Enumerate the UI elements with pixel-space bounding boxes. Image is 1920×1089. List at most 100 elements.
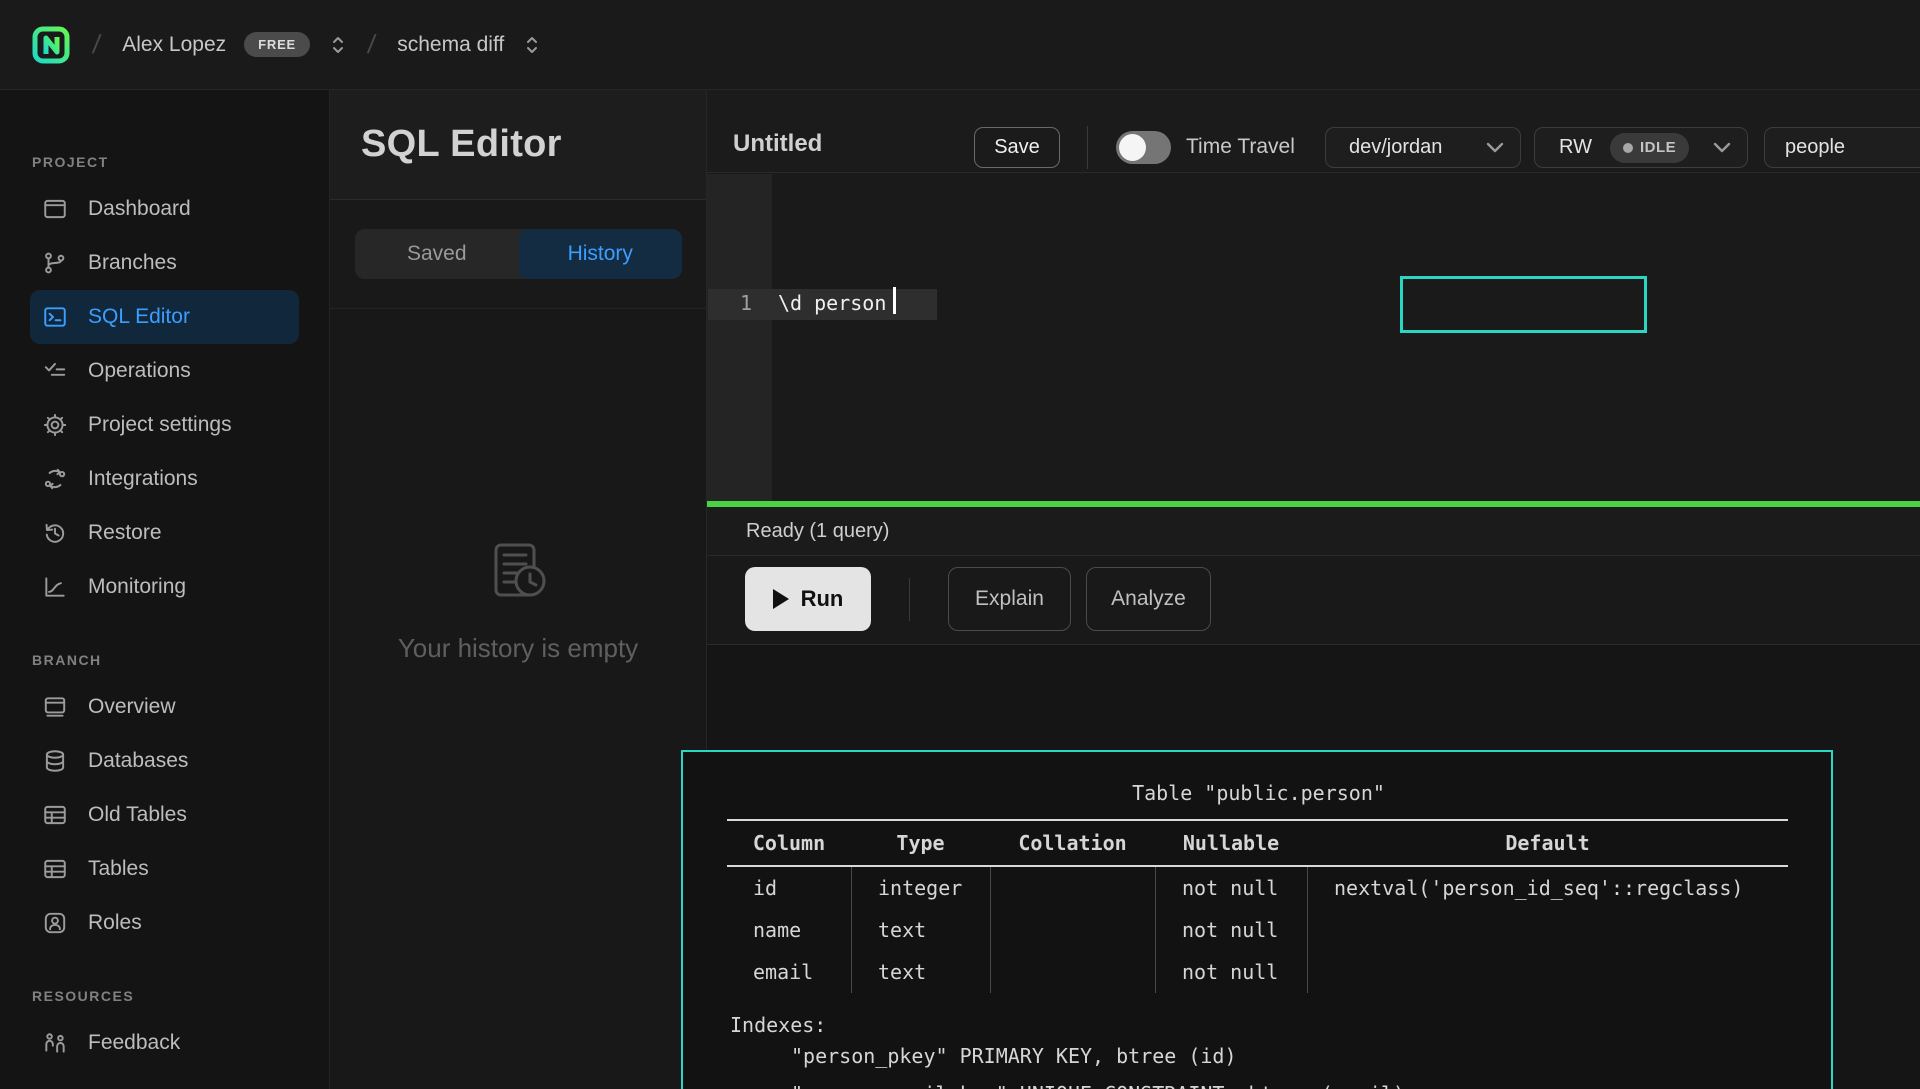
results-cell: text bbox=[851, 909, 990, 951]
sidebar-section-label: RESOURCES bbox=[32, 988, 329, 1004]
analyze-button[interactable]: Analyze bbox=[1086, 567, 1211, 631]
project-switcher-chevron-icon[interactable] bbox=[524, 34, 540, 56]
table-icon bbox=[42, 856, 68, 882]
results-table-title: Table "public.person" bbox=[728, 779, 1789, 807]
line-number: 1 bbox=[740, 291, 752, 315]
toggle-knob bbox=[1119, 134, 1146, 161]
save-button[interactable]: Save bbox=[974, 127, 1060, 168]
compute-status-text: IDLE bbox=[1640, 139, 1676, 156]
sidebar-section-gap bbox=[0, 614, 329, 652]
sidebar-item-integrations[interactable]: Integrations bbox=[30, 452, 299, 506]
chevron-down-icon bbox=[1486, 142, 1504, 153]
dashboard-icon bbox=[42, 196, 68, 222]
results-column-header: Column bbox=[727, 821, 851, 865]
run-button-label: Run bbox=[801, 586, 844, 612]
results-cell bbox=[1307, 909, 1788, 951]
sidebar: PROJECTDashboardBranchesSQL EditorOperat… bbox=[0, 90, 330, 1089]
compute-select[interactable]: RW IDLE bbox=[1534, 127, 1748, 168]
sidebar-item-label: Monitoring bbox=[88, 575, 186, 599]
sidebar-item-project-settings[interactable]: Project settings bbox=[30, 398, 299, 452]
time-travel-toggle[interactable] bbox=[1116, 131, 1171, 164]
run-button[interactable]: Run bbox=[745, 567, 871, 631]
results-cell: nextval('person_id_seq'::regclass) bbox=[1307, 867, 1788, 909]
code-editor[interactable]: 1 \d person bbox=[707, 174, 1920, 501]
database-select-value: people bbox=[1785, 136, 1845, 159]
saved-history-tabs-band: SavedHistory bbox=[330, 200, 706, 309]
header-divider bbox=[1087, 126, 1088, 169]
editor-gutter bbox=[707, 174, 772, 501]
compute-status-pill: IDLE bbox=[1610, 133, 1689, 163]
results-table-body: idintegernot nullnextval('person_id_seq'… bbox=[727, 867, 1788, 993]
text-cursor bbox=[893, 287, 896, 314]
results-cell: email bbox=[727, 951, 851, 993]
history-empty-text: Your history is empty bbox=[398, 633, 638, 664]
play-icon bbox=[773, 589, 789, 609]
results-cell: not null bbox=[1155, 951, 1307, 993]
results-table-header: ColumnTypeCollationNullableDefault bbox=[727, 819, 1788, 867]
sidebar-item-label: Databases bbox=[88, 749, 188, 773]
top-bar: / Alex Lopez FREE / schema diff bbox=[0, 0, 1920, 90]
action-bar: Run Explain Analyze bbox=[707, 557, 1920, 645]
saved-history-tabs: SavedHistory bbox=[355, 229, 682, 279]
sidebar-item-label: Branches bbox=[88, 251, 177, 275]
explain-button[interactable]: Explain bbox=[948, 567, 1071, 631]
indexes-list: "person_pkey" PRIMARY KEY, btree (id)"pe… bbox=[730, 1037, 1831, 1089]
results-column-header: Type bbox=[851, 821, 990, 865]
sidebar-item-monitoring[interactable]: Monitoring bbox=[30, 560, 299, 614]
plan-badge: FREE bbox=[244, 32, 310, 57]
table-icon bbox=[42, 802, 68, 828]
results-column-header: Collation bbox=[990, 821, 1155, 865]
sidebar-item-label: Feedback bbox=[88, 1031, 180, 1055]
results-cell bbox=[990, 951, 1155, 993]
tab-history[interactable]: History bbox=[519, 229, 683, 279]
sidebar-item-tables[interactable]: Tables bbox=[30, 842, 299, 896]
breadcrumb-org-name[interactable]: Alex Lopez bbox=[122, 33, 226, 57]
branch-select-value: dev/jordan bbox=[1349, 136, 1442, 159]
tab-saved[interactable]: Saved bbox=[355, 229, 519, 279]
restore-icon bbox=[42, 520, 68, 546]
org-switcher-chevron-icon[interactable] bbox=[330, 34, 346, 56]
sidebar-item-databases[interactable]: Databases bbox=[30, 734, 299, 788]
sidebar-item-operations[interactable]: Operations bbox=[30, 344, 299, 398]
sidebar-item-label: Integrations bbox=[88, 467, 198, 491]
breadcrumb-project-name[interactable]: schema diff bbox=[397, 33, 504, 57]
results-cell bbox=[990, 867, 1155, 909]
branch-select[interactable]: dev/jordan bbox=[1325, 127, 1521, 168]
feedback-icon bbox=[42, 1030, 68, 1056]
code-line[interactable]: \d person bbox=[778, 291, 886, 315]
integrations-icon bbox=[42, 466, 68, 492]
status-dot-icon bbox=[1623, 143, 1633, 153]
sidebar-item-label: Tables bbox=[88, 857, 149, 881]
sidebar-item-branches[interactable]: Branches bbox=[30, 236, 299, 290]
results-cell: not null bbox=[1155, 909, 1307, 951]
action-bar-divider bbox=[909, 578, 910, 621]
sidebar-item-sql-editor[interactable]: SQL Editor bbox=[30, 290, 299, 344]
roles-icon bbox=[42, 910, 68, 936]
sql-editor-icon bbox=[42, 304, 68, 330]
results-area: Table "public.person" ColumnTypeCollatio… bbox=[707, 645, 1920, 1089]
results-cell: integer bbox=[851, 867, 990, 909]
indexes-label: Indexes: bbox=[730, 1013, 1831, 1037]
sidebar-item-overview[interactable]: Overview bbox=[30, 680, 299, 734]
results-cell: text bbox=[851, 951, 990, 993]
time-travel-label: Time Travel bbox=[1186, 135, 1295, 159]
sidebar-item-restore[interactable]: Restore bbox=[30, 506, 299, 560]
sidebar-item-label: SQL Editor bbox=[88, 305, 190, 329]
sidebar-item-label: Project settings bbox=[88, 413, 232, 437]
indexes-section: Indexes: "person_pkey" PRIMARY KEY, btre… bbox=[730, 1013, 1831, 1089]
sidebar-item-feedback[interactable]: Feedback bbox=[30, 1016, 299, 1070]
query-title[interactable]: Untitled bbox=[733, 130, 822, 158]
sidebar-item-label: Dashboard bbox=[88, 197, 191, 221]
history-empty-icon bbox=[480, 535, 556, 611]
compute-select-value: RW bbox=[1559, 136, 1592, 159]
query-panel: Untitled Save Time Travel dev/jordan RW … bbox=[707, 90, 1920, 1089]
sidebar-item-label: Roles bbox=[88, 911, 142, 935]
sidebar-section-label: BRANCH bbox=[32, 652, 329, 668]
sidebar-item-dashboard[interactable]: Dashboard bbox=[30, 182, 299, 236]
sidebar-item-roles[interactable]: Roles bbox=[30, 896, 299, 950]
neon-logo-icon[interactable] bbox=[31, 25, 71, 65]
database-select[interactable]: people bbox=[1764, 127, 1920, 168]
results-column-header: Default bbox=[1307, 821, 1788, 865]
sidebar-item-old-tables[interactable]: Old Tables bbox=[30, 788, 299, 842]
history-empty-state: Your history is empty bbox=[330, 535, 706, 664]
